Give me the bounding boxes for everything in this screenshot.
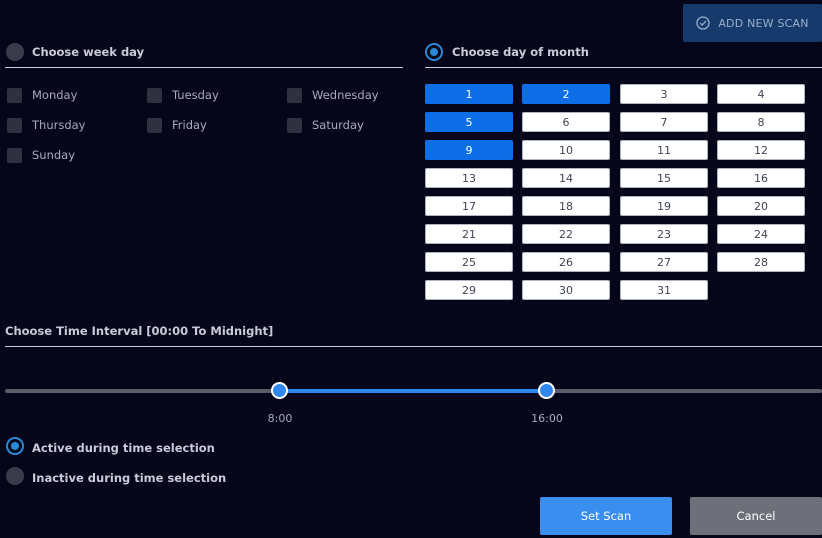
month-day-button[interactable]: 31 <box>620 280 708 300</box>
weekday-checkbox[interactable] <box>7 88 22 103</box>
cancel-label: Cancel <box>736 509 776 523</box>
month-day-button[interactable]: 7 <box>620 112 708 132</box>
time-interval-divider <box>5 346 822 347</box>
month-day-button[interactable]: 4 <box>717 84 805 104</box>
time-slider-end-label: 16:00 <box>531 412 563 425</box>
inactive-mode-radio[interactable] <box>6 467 24 485</box>
weekday-label: Saturday <box>312 118 364 132</box>
time-slider-start-label: 8:00 <box>267 412 293 425</box>
month-day-button[interactable]: 23 <box>620 224 708 244</box>
active-mode-radio[interactable] <box>6 437 24 455</box>
active-mode-label: Active during time selection <box>32 441 215 455</box>
weekday-checkbox[interactable] <box>287 118 302 133</box>
month-day-button[interactable]: 20 <box>717 196 805 216</box>
month-day-button[interactable]: 12 <box>717 140 805 160</box>
month-day-button[interactable]: 3 <box>620 84 708 104</box>
cancel-button[interactable]: Cancel <box>690 497 822 535</box>
month-day-button[interactable]: 26 <box>522 252 610 272</box>
time-slider-range <box>280 389 547 393</box>
month-day-button[interactable]: 9 <box>425 140 513 160</box>
month-day-button[interactable]: 1 <box>425 84 513 104</box>
add-new-scan-button[interactable]: ADD NEW SCAN <box>683 4 822 42</box>
set-scan-label: Set Scan <box>580 509 632 523</box>
weekday-label: Friday <box>172 118 207 132</box>
time-slider-start-handle[interactable] <box>271 382 288 399</box>
weekday-label: Tuesday <box>172 88 219 102</box>
month-day-button[interactable]: 25 <box>425 252 513 272</box>
month-day-button[interactable]: 11 <box>620 140 708 160</box>
month-day-button[interactable]: 13 <box>425 168 513 188</box>
month-day-button[interactable]: 15 <box>620 168 708 188</box>
month-day-section-label: Choose day of month <box>452 45 589 59</box>
month-day-button[interactable]: 19 <box>620 196 708 216</box>
inactive-mode-label: Inactive during time selection <box>32 471 227 485</box>
weekday-checkbox[interactable] <box>7 148 22 163</box>
add-new-scan-label: ADD NEW SCAN <box>718 16 809 30</box>
month-day-button[interactable]: 18 <box>522 196 610 216</box>
weekday-label: Wednesday <box>312 88 379 102</box>
month-day-button[interactable]: 14 <box>522 168 610 188</box>
month-day-button[interactable]: 6 <box>522 112 610 132</box>
month-day-button[interactable]: 10 <box>522 140 610 160</box>
set-scan-button[interactable]: Set Scan <box>540 497 672 535</box>
month-day-button[interactable]: 30 <box>522 280 610 300</box>
weekday-label: Thursday <box>32 118 86 132</box>
month-day-button[interactable]: 16 <box>717 168 805 188</box>
month-day-button[interactable]: 8 <box>717 112 805 132</box>
month-day-radio[interactable] <box>425 43 443 61</box>
month-day-button[interactable]: 21 <box>425 224 513 244</box>
weekday-checkbox[interactable] <box>147 88 162 103</box>
week-day-radio[interactable] <box>6 43 24 61</box>
weekday-checkbox[interactable] <box>287 88 302 103</box>
week-day-divider <box>5 67 403 68</box>
week-day-section-label: Choose week day <box>32 45 145 59</box>
weekday-label: Monday <box>32 88 78 102</box>
weekday-checkbox[interactable] <box>147 118 162 133</box>
scan-scheduler: ADD NEW SCAN Choose week day Monday Tuesd… <box>0 0 822 538</box>
month-day-button[interactable]: 29 <box>425 280 513 300</box>
check-circle-icon <box>696 16 710 30</box>
month-day-button[interactable]: 24 <box>717 224 805 244</box>
month-day-button[interactable]: 17 <box>425 196 513 216</box>
month-day-button[interactable]: 22 <box>522 224 610 244</box>
time-interval-label: Choose Time Interval [00:00 To Midnight] <box>5 324 274 338</box>
month-day-button[interactable]: 2 <box>522 84 610 104</box>
month-day-button[interactable]: 27 <box>620 252 708 272</box>
month-day-button[interactable]: 28 <box>717 252 805 272</box>
month-day-button[interactable]: 5 <box>425 112 513 132</box>
weekday-label: Sunday <box>32 148 76 162</box>
time-slider-end-handle[interactable] <box>538 382 555 399</box>
weekday-checkbox[interactable] <box>7 118 22 133</box>
month-day-divider <box>425 67 822 68</box>
